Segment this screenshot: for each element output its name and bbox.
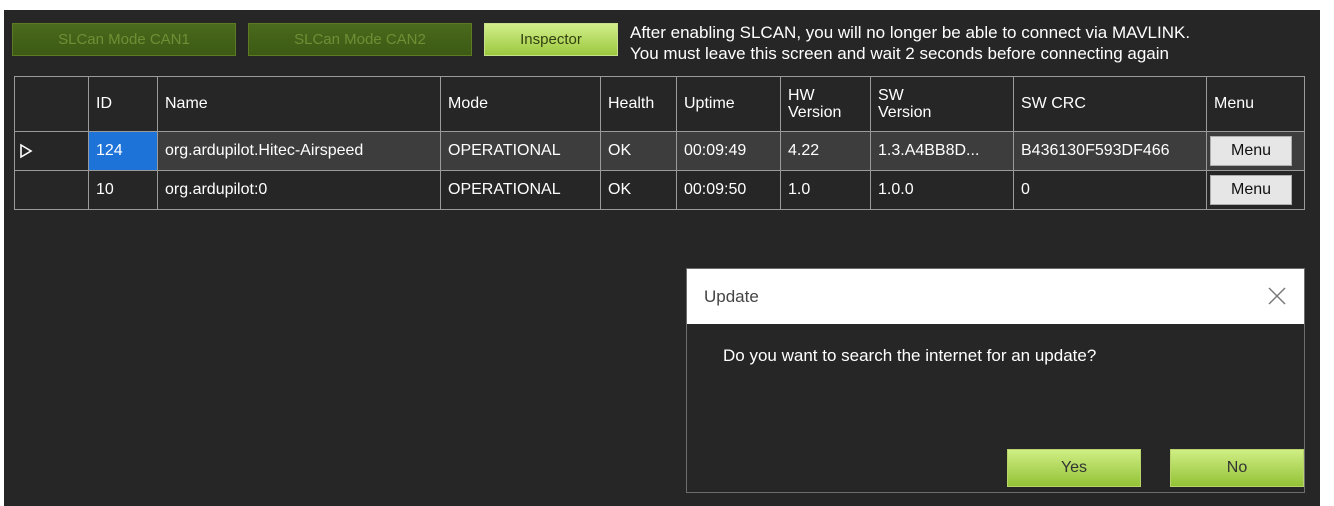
dialog-titlebar: Update	[687, 269, 1304, 324]
node-menu-button[interactable]: Menu	[1210, 175, 1292, 205]
col-header-uptime[interactable]: Uptime	[677, 77, 781, 131]
cell-sw-crc[interactable]: 0	[1014, 171, 1207, 209]
cell-mode[interactable]: OPERATIONAL	[441, 171, 601, 209]
cell-id[interactable]: 124	[89, 132, 158, 170]
sw-version-label-2: Version	[878, 104, 932, 121]
slcan-can2-button[interactable]: SLCan Mode CAN2	[248, 23, 472, 56]
warning-line-2: You must leave this screen and wait 2 se…	[630, 44, 1169, 63]
cell-health[interactable]: OK	[601, 132, 677, 170]
col-header-mode[interactable]: Mode	[441, 77, 601, 131]
node-menu-button[interactable]: Menu	[1210, 136, 1292, 166]
row-selector[interactable]	[15, 132, 89, 170]
cell-uptime[interactable]: 00:09:49	[677, 132, 781, 170]
warning-line-1: After enabling SLCAN, you will no longer…	[630, 23, 1191, 42]
col-header-menu[interactable]: Menu	[1207, 77, 1304, 131]
table-header: ID Name Mode Health Uptime HW Version SW…	[15, 77, 1304, 131]
cell-hw-version[interactable]: 1.0	[781, 171, 871, 209]
cell-uptime[interactable]: 00:09:50	[677, 171, 781, 209]
col-header-id[interactable]: ID	[89, 77, 158, 131]
row-selector[interactable]	[15, 171, 89, 209]
dialog-message: Do you want to search the internet for a…	[723, 346, 1097, 365]
cell-menu: Menu	[1207, 171, 1304, 209]
slcan-warning: After enabling SLCAN, you will no longer…	[630, 22, 1320, 64]
close-icon	[1268, 287, 1286, 305]
update-dialog: Update Do you want to search the interne…	[686, 268, 1305, 493]
col-header-sw-version[interactable]: SW Version	[871, 77, 1014, 131]
row-current-arrow-icon	[20, 143, 33, 159]
row-header-corner	[15, 77, 89, 131]
inspector-button[interactable]: Inspector	[484, 23, 618, 56]
node-table: ID Name Mode Health Uptime HW Version SW…	[14, 76, 1305, 210]
table-row[interactable]: 124 org.ardupilot.Hitec-Airspeed OPERATI…	[15, 131, 1304, 170]
col-header-name[interactable]: Name	[158, 77, 441, 131]
cell-id[interactable]: 10	[89, 171, 158, 209]
cell-sw-version[interactable]: 1.3.A4BB8D...	[871, 132, 1014, 170]
sw-version-label-1: SW	[878, 87, 904, 104]
cell-mode[interactable]: OPERATIONAL	[441, 132, 601, 170]
cell-hw-version[interactable]: 4.22	[781, 132, 871, 170]
cell-sw-version[interactable]: 1.0.0	[871, 171, 1014, 209]
cell-name[interactable]: org.ardupilot.Hitec-Airspeed	[158, 132, 441, 170]
no-button[interactable]: No	[1170, 449, 1304, 487]
cell-name[interactable]: org.ardupilot:0	[158, 171, 441, 209]
table-row[interactable]: 10 org.ardupilot:0 OPERATIONAL OK 00:09:…	[15, 170, 1304, 209]
col-header-hw-version[interactable]: HW Version	[781, 77, 871, 131]
cell-health[interactable]: OK	[601, 171, 677, 209]
dialog-title: Update	[704, 286, 759, 306]
cell-sw-crc[interactable]: B436130F593DF466	[1014, 132, 1207, 170]
hw-version-label-2: Version	[788, 104, 842, 121]
cell-menu: Menu	[1207, 132, 1304, 170]
slcan-can1-button[interactable]: SLCan Mode CAN1	[12, 23, 236, 56]
col-header-sw-crc[interactable]: SW CRC	[1014, 77, 1207, 131]
close-button[interactable]	[1264, 283, 1290, 309]
col-header-health[interactable]: Health	[601, 77, 677, 131]
hw-version-label-1: HW	[788, 87, 815, 104]
yes-button[interactable]: Yes	[1007, 449, 1141, 487]
